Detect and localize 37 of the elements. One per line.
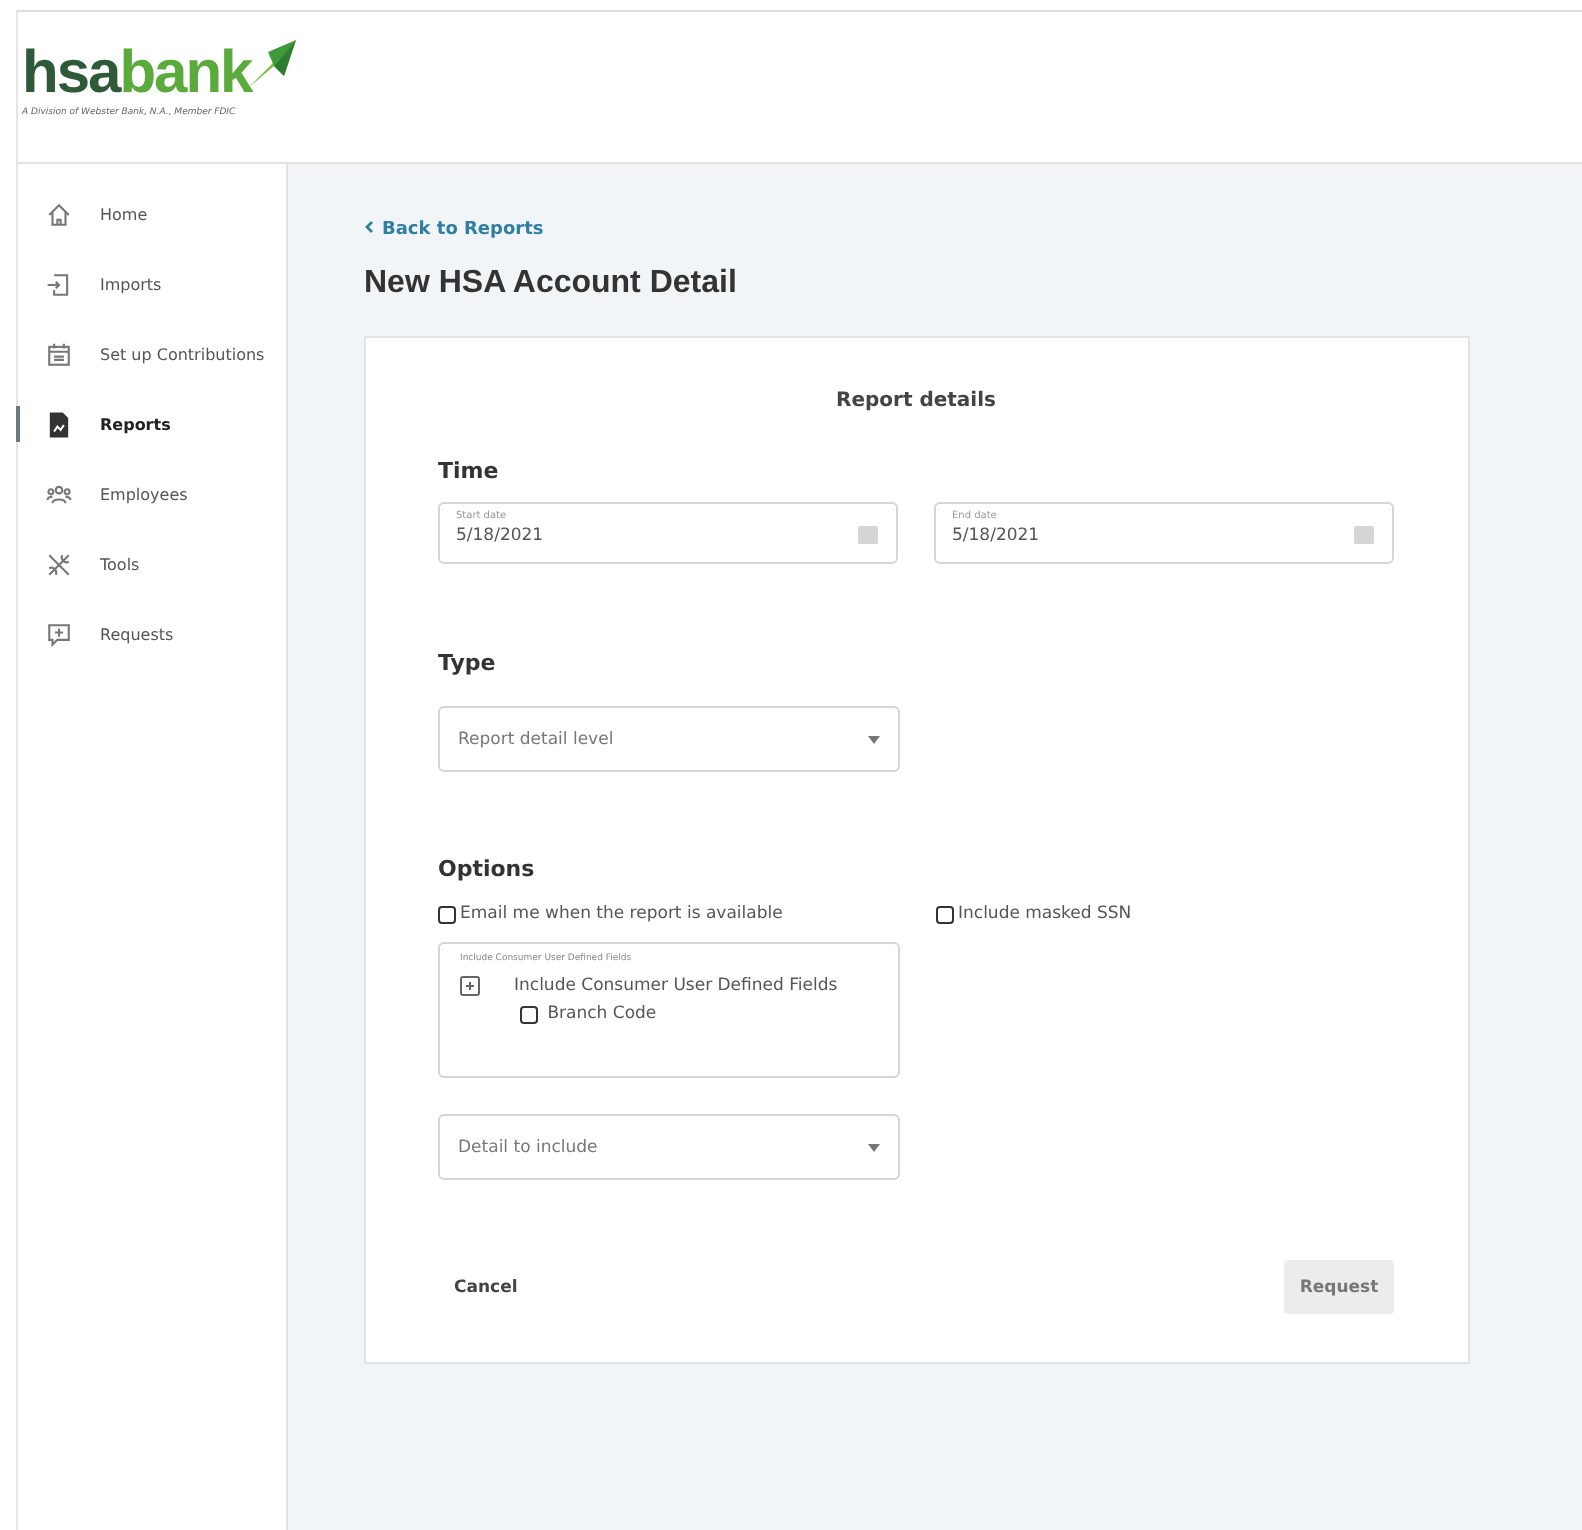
people-icon (46, 482, 72, 508)
request-icon (46, 622, 72, 648)
section-heading: Options (438, 856, 537, 882)
checkbox[interactable] (936, 905, 954, 923)
sidebar-item[interactable]: Imports (18, 250, 286, 320)
checkbox-label[interactable]: Include masked SSN (936, 904, 1132, 924)
calendar-icon (46, 342, 72, 368)
tree-node-label: Include Consumer User Defined Fields (514, 976, 838, 996)
detail-include-select[interactable]: Detail to include (438, 1114, 900, 1180)
card-title: Report details (834, 390, 998, 412)
checkbox[interactable] (520, 1005, 538, 1023)
calendar-icon (1354, 526, 1374, 544)
sidebar-item[interactable]: Tools (18, 530, 286, 600)
caret-icon (868, 1143, 880, 1151)
checkbox[interactable] (438, 905, 456, 923)
back-link[interactable]: Back to Reports (364, 220, 544, 240)
tools-icon (46, 552, 72, 578)
caret-icon (868, 735, 880, 743)
cancel-button[interactable]: Cancel (438, 1265, 534, 1309)
sidebar-item[interactable]: Home (18, 180, 286, 250)
chevron-left-icon (364, 220, 374, 234)
section-heading: Type (438, 650, 498, 676)
calendar-icon (858, 526, 878, 544)
sidebar-item[interactable]: Set up Contributions (18, 320, 286, 390)
home-icon (46, 202, 72, 228)
logo-wordmark: hsabank (22, 44, 252, 104)
sidebar-item[interactable]: Employees (18, 460, 286, 530)
detail-level-select[interactable]: Report detail level (438, 706, 900, 772)
sidebar-item[interactable]: Requests (18, 600, 286, 670)
sidebar-item[interactable]: Reports (18, 390, 286, 460)
section-heading: Time (438, 458, 501, 484)
checkbox-label[interactable]: Email me when the report is available (438, 904, 936, 924)
page-title: New HSA Account Detail (364, 266, 739, 302)
import-icon (46, 272, 72, 298)
expand-icon[interactable] (460, 976, 480, 996)
checkbox-label[interactable]: Branch Code (520, 1004, 878, 1024)
report-icon (46, 412, 72, 438)
